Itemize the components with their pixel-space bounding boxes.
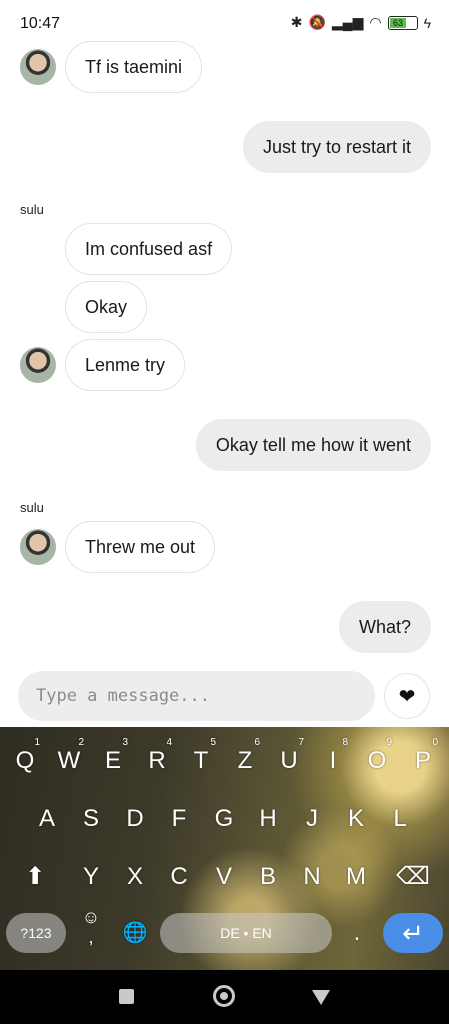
avatar[interactable]	[20, 347, 56, 383]
key-z[interactable]: Z6	[228, 737, 262, 783]
home-button[interactable]	[213, 985, 235, 1007]
space-key[interactable]: DE • EN	[160, 913, 332, 953]
key-u[interactable]: U7	[272, 737, 306, 783]
symbols-key[interactable]: ?123	[6, 913, 66, 953]
key-h[interactable]: H	[251, 797, 285, 841]
message-bubble-incoming[interactable]: Lenme try	[65, 339, 186, 391]
key-e[interactable]: E3	[96, 737, 130, 783]
enter-key[interactable]: ↵	[383, 913, 443, 953]
key-q[interactable]: Q1	[8, 737, 42, 783]
shift-key[interactable]: ⬆	[18, 855, 52, 899]
key-b[interactable]: B	[251, 855, 285, 899]
back-button[interactable]	[312, 990, 330, 1005]
avatar[interactable]	[20, 49, 56, 85]
enter-icon: ↵	[402, 917, 424, 948]
status-icons: ✱ 🔕 ▂▄▆ ◠ 63 ϟ	[291, 14, 431, 31]
signal-icon: ▂▄▆	[331, 14, 364, 30]
message-bubble-incoming[interactable]: Tf is taemini	[65, 41, 203, 93]
message-input[interactable]	[18, 671, 375, 721]
message-bubble-outgoing[interactable]: Okay tell me how it went	[195, 419, 431, 471]
globe-icon: 🌐	[122, 922, 148, 944]
backspace-key[interactable]: ⌫	[396, 855, 430, 899]
key-p[interactable]: P0	[406, 737, 440, 783]
message-bubble-outgoing[interactable]: What?	[338, 601, 431, 653]
bluetooth-icon: ✱	[290, 14, 303, 30]
key-r[interactable]: R4	[140, 737, 174, 783]
key-f[interactable]: F	[162, 797, 196, 841]
key-o[interactable]: O9	[360, 737, 394, 783]
status-time: 10:47	[20, 15, 61, 32]
key-k[interactable]: K	[339, 797, 373, 841]
key-y[interactable]: Y	[74, 855, 108, 899]
key-s[interactable]: S	[74, 797, 108, 841]
message-bubble-incoming[interactable]: Threw me out	[65, 521, 216, 573]
key-j[interactable]: J	[295, 797, 329, 841]
comma-label: ,	[88, 927, 94, 947]
battery-level: 63	[389, 17, 407, 28]
sender-name: sulu	[20, 500, 44, 515]
heart-icon: ❤	[398, 685, 416, 708]
chat-thread[interactable]: Tf is taemini Just try to restart it sul…	[0, 40, 449, 660]
key-v[interactable]: V	[207, 855, 241, 899]
mute-icon: 🔕	[308, 14, 326, 30]
message-bubble-incoming[interactable]: Okay	[65, 281, 148, 333]
key-c[interactable]: C	[162, 855, 196, 899]
key-d[interactable]: D	[118, 797, 152, 841]
language-key[interactable]: 🌐	[118, 911, 152, 955]
key-m[interactable]: M	[339, 855, 373, 899]
key-w[interactable]: W2	[52, 737, 86, 783]
emoji-icon: ☺	[81, 907, 101, 927]
period-key[interactable]: .	[340, 911, 374, 955]
backspace-icon: ⌫	[396, 863, 430, 890]
key-g[interactable]: G	[207, 797, 241, 841]
key-l[interactable]: L	[383, 797, 417, 841]
key-a[interactable]: A	[30, 797, 64, 841]
shift-icon: ⬆	[24, 863, 46, 890]
key-t[interactable]: T5	[184, 737, 218, 783]
recents-button[interactable]	[119, 989, 134, 1004]
status-bar: 10:47 ✱ 🔕 ▂▄▆ ◠ 63 ϟ	[0, 0, 449, 44]
wifi-icon: ◠	[369, 14, 382, 30]
composer: ❤	[0, 664, 449, 726]
emoji-comma-key[interactable]: ☺ ,	[74, 907, 108, 951]
message-bubble-incoming[interactable]: Im confused asf	[65, 223, 233, 275]
key-n[interactable]: N	[295, 855, 329, 899]
like-button[interactable]: ❤	[384, 673, 430, 719]
navigation-bar	[0, 970, 449, 1024]
battery-icon: 63	[387, 15, 418, 30]
key-x[interactable]: X	[118, 855, 152, 899]
keyboard: Q1 W2 E3 R4 T5 Z6 U7 I8 O9 P0 A S D F G …	[0, 727, 449, 970]
message-bubble-outgoing[interactable]: Just try to restart it	[242, 121, 431, 173]
sender-name: sulu	[20, 202, 44, 217]
key-i[interactable]: I8	[316, 737, 350, 783]
avatar[interactable]	[20, 529, 56, 565]
charging-icon: ϟ	[423, 14, 431, 31]
